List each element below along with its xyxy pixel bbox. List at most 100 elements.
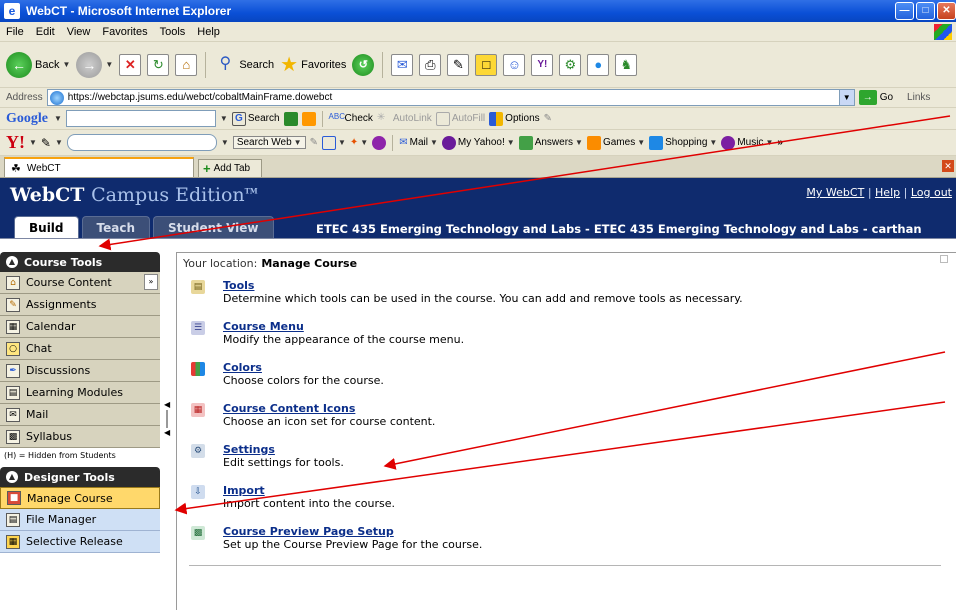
google-search-input[interactable]	[65, 110, 216, 127]
tab-teach[interactable]: Teach	[81, 216, 150, 238]
menu-view[interactable]: View	[67, 26, 91, 38]
close-tab-icon[interactable]: ✕	[942, 160, 954, 172]
print-icon[interactable]: ⎙	[419, 53, 442, 76]
menu-favorites[interactable]: Favorites	[102, 26, 147, 38]
designer-tools-header[interactable]: ▲ Designer Tools	[0, 467, 160, 487]
google-logo[interactable]: Google	[6, 111, 48, 127]
home-icon[interactable]: ⌂	[175, 53, 198, 76]
sidebar-item-discussions[interactable]: ✒ Discussions	[0, 360, 160, 382]
import-link[interactable]: Import	[223, 484, 395, 497]
google-logo-dropdown-icon[interactable]: ▼	[54, 114, 62, 123]
go-button[interactable]: → Go	[858, 90, 893, 105]
search-web-button[interactable]: Search Web ▼	[232, 136, 306, 149]
spell-check-button[interactable]: ABC Check	[329, 112, 373, 126]
back-dropdown-icon[interactable]: ▼	[62, 60, 70, 69]
sidebar-item-syllabus[interactable]: ▩ Syllabus	[0, 426, 160, 448]
menu-edit[interactable]: Edit	[36, 26, 55, 38]
forward-dropdown-icon[interactable]: ▼	[105, 60, 113, 69]
yahoo-radio-button[interactable]	[372, 135, 387, 150]
yahoo-logo[interactable]: Y!	[6, 132, 25, 153]
yahoo-pen-icon[interactable]: ✎	[41, 136, 51, 150]
splitter-left-arrow-icon[interactable]: ◀	[164, 400, 172, 410]
refresh-icon[interactable]: ↻	[147, 53, 170, 76]
msn-buddy-icon[interactable]: ♞	[615, 53, 638, 76]
search-button[interactable]: ⚲ Search	[214, 51, 274, 79]
yahoo-search-input[interactable]	[66, 134, 217, 151]
sidebar-item-chat[interactable]: ○ Chat	[0, 338, 160, 360]
browser-tab-webct[interactable]: ☘ WebCT	[4, 157, 194, 177]
yahoo-shopping-button[interactable]: Shopping ▼	[649, 135, 717, 150]
my-webct-link[interactable]: My WebCT	[806, 186, 864, 199]
course-content-icons-description: Choose an icon set for course content.	[223, 415, 436, 428]
google-search-dropdown-icon[interactable]: ▼	[220, 114, 228, 123]
course-tools-header[interactable]: ▲ Course Tools	[0, 252, 160, 272]
yahoo-messenger-icon[interactable]: Y!	[531, 53, 554, 76]
course-title: ETEC 435 Emerging Technology and Labs - …	[316, 222, 922, 236]
splitter-left-arrow-icon[interactable]: ◀	[164, 428, 172, 438]
popup-blocker-button[interactable]	[301, 111, 316, 126]
sidebar-item-selective-release[interactable]: ▦ Selective Release	[0, 531, 160, 553]
stop-icon[interactable]: ✕	[119, 53, 142, 76]
discuss-icon[interactable]: □	[475, 53, 498, 76]
tab-build[interactable]: Build	[14, 216, 79, 238]
toolbar-overflow-icon[interactable]: »	[777, 137, 783, 148]
tools-link[interactable]: Tools	[223, 279, 743, 292]
course-preview-page-setup-link[interactable]: Course Preview Page Setup	[223, 525, 482, 538]
pencil-tool-button[interactable]: ✎	[544, 113, 552, 124]
back-button[interactable]: ← Back ▼	[6, 51, 70, 79]
add-tab-button[interactable]: + Add Tab	[198, 159, 262, 177]
tab-student-view[interactable]: Student View	[153, 216, 274, 238]
yahoo-mail-button[interactable]: ✉ Mail ▼	[399, 137, 438, 148]
minimize-button[interactable]: —	[895, 2, 914, 20]
forward-button[interactable]: → ▼	[76, 51, 113, 79]
yahoo-search-dropdown-icon[interactable]: ▼	[221, 138, 229, 147]
help-link[interactable]: Help	[875, 186, 900, 199]
sidebar-splitter[interactable]: ◀ ◀	[164, 400, 172, 444]
yahoo-bookmarks-button[interactable]: ▼	[321, 135, 346, 150]
favorites-button[interactable]: ★ Favorites	[280, 51, 346, 79]
yahoo-antispy-button[interactable]: ✦ ▼	[350, 137, 368, 148]
yahoo-music-button[interactable]: Music ▼	[721, 135, 774, 150]
sidebar-item-file-manager[interactable]: ▤ File Manager	[0, 509, 160, 531]
autolink-button[interactable]: ✳ AutoLink	[377, 112, 432, 126]
music-dropdown-icon: ▼	[765, 138, 774, 147]
sidebar-item-mail[interactable]: ✉ Mail	[0, 404, 160, 426]
google-search-button[interactable]: G Search	[231, 111, 280, 126]
yahoo-games-button[interactable]: Games ▼	[586, 135, 645, 150]
log-out-link[interactable]: Log out	[911, 186, 952, 199]
address-dropdown-icon[interactable]: ▼	[838, 90, 854, 105]
my-yahoo-button[interactable]: My Yahoo! ▼	[441, 135, 515, 150]
menu-help[interactable]: Help	[197, 26, 220, 38]
history-icon[interactable]: ↺	[352, 53, 375, 76]
menu-tools[interactable]: Tools	[160, 26, 186, 38]
settings-link[interactable]: Settings	[223, 443, 344, 456]
options-button[interactable]: Options	[489, 111, 540, 126]
double-chevron-icon[interactable]: »	[144, 274, 158, 290]
research-icon[interactable]: ⚙	[559, 53, 582, 76]
colors-link[interactable]: Colors	[223, 361, 384, 374]
close-button[interactable]: ✕	[937, 2, 956, 20]
messenger-icon[interactable]: ☺	[503, 53, 526, 76]
highlight-pen-icon[interactable]: ✎	[310, 137, 318, 148]
course-menu-link[interactable]: Course Menu	[223, 320, 464, 333]
edit-icon[interactable]: ✎	[447, 53, 470, 76]
sidebar-item-manage-course[interactable]: ■ Manage Course	[0, 487, 160, 509]
autofill-button[interactable]: AutoFill	[435, 111, 485, 126]
course-content-icons-link[interactable]: Course Content Icons	[223, 402, 435, 415]
webct-logo: WebCT Campus EditionTM	[10, 184, 258, 206]
links-label[interactable]: Links	[907, 92, 930, 103]
pagerank-button[interactable]	[283, 111, 298, 126]
sidebar-item-learning-modules[interactable]: ▤ Learning Modules	[0, 382, 160, 404]
maximize-button[interactable]: □	[916, 2, 935, 20]
mail-icon[interactable]: ✉	[391, 53, 414, 76]
address-input[interactable]: https://webctap.jsums.edu/webct/cobaltMa…	[46, 89, 855, 106]
sidebar-item-calendar[interactable]: ▦ Calendar	[0, 316, 160, 338]
menu-file[interactable]: File	[6, 26, 24, 38]
colors-description: Choose colors for the course.	[223, 374, 384, 387]
chat-bubble-icon[interactable]: ●	[587, 53, 610, 76]
yahoo-logo-dropdown-icon[interactable]: ▼	[29, 138, 37, 147]
sidebar-item-assignments[interactable]: ✎ Assignments	[0, 294, 160, 316]
sidebar-item-course-content[interactable]: ⌂ Course Content »	[0, 272, 160, 294]
yahoo-answers-button[interactable]: Answers ▼	[518, 135, 583, 150]
yahoo-pen-dropdown-icon[interactable]: ▼	[55, 138, 63, 147]
